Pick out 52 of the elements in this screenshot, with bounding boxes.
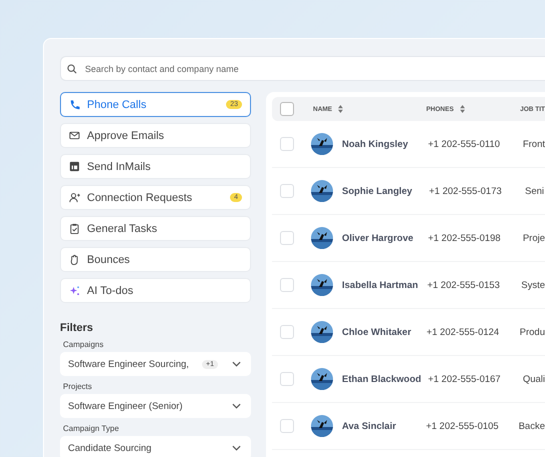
row-checkbox[interactable] <box>280 137 294 151</box>
filter-dropdown[interactable]: Candidate Sourcing <box>60 436 251 457</box>
task-item[interactable]: Approve Emails <box>60 123 251 148</box>
filter-label: Campaign Type <box>63 424 120 433</box>
row-checkbox[interactable] <box>280 372 294 386</box>
sort-icon <box>338 105 344 113</box>
chevron-down-icon <box>232 361 241 367</box>
filters-heading: Filters <box>60 322 94 334</box>
filter-dropdown[interactable]: Software Engineer (Senior) <box>60 394 251 418</box>
row-checkbox[interactable] <box>280 419 294 433</box>
sort-icon <box>460 105 465 113</box>
phone-icon <box>69 99 80 110</box>
mail-icon <box>69 130 80 141</box>
row-checkbox[interactable] <box>280 325 294 339</box>
task-item[interactable]: AI To-dos <box>60 278 251 303</box>
job-title: Quali <box>522 374 545 384</box>
job-title: Produ <box>520 326 545 338</box>
hand-icon <box>69 254 80 265</box>
phone-number: +1 202-555-0124 <box>426 326 500 338</box>
job-title: Proje <box>522 232 545 244</box>
row-checkbox[interactable] <box>280 278 294 292</box>
select-all-checkbox[interactable] <box>280 102 294 116</box>
phone-number: +1 202-555-0105 <box>426 420 500 432</box>
job-title: Front <box>522 138 545 150</box>
contact-name: Isabella Hartman <box>342 280 420 290</box>
filter-label: Campaigns <box>63 340 104 349</box>
contact-name: Sophie Langley <box>342 186 414 196</box>
phone-number: +1 202-555-0153 <box>427 280 501 290</box>
job-title: Backe <box>518 420 545 432</box>
job-title: Syste <box>521 280 545 290</box>
contact-name: Chloe Whitaker <box>342 326 412 338</box>
contact-name: Oliver Hargrove <box>342 232 414 244</box>
sparkle-icon <box>69 285 80 296</box>
contact-name: Ethan Blackwood <box>342 374 422 384</box>
phone-number: +1 202-555-0198 <box>428 232 502 244</box>
phone-number: +1 202-555-0167 <box>428 374 502 384</box>
task-item[interactable]: General Tasks <box>60 216 251 241</box>
row-checkbox[interactable] <box>280 231 294 245</box>
contact-name: Noah Kingsley <box>342 138 409 150</box>
search-field[interactable]: Search by contact and company name <box>60 56 545 81</box>
task-item[interactable]: Send InMails <box>60 154 251 179</box>
row-checkbox[interactable] <box>280 184 294 198</box>
filter-label: Projects <box>63 382 93 391</box>
job-title: Seni <box>525 186 544 196</box>
chevron-down-icon <box>232 445 241 451</box>
phone-number: +1 202-555-0173 <box>429 186 503 196</box>
chevron-down-icon <box>232 403 241 409</box>
user-plus-icon <box>69 192 80 203</box>
phone-number: +1 202-555-0110 <box>428 138 501 150</box>
contact-name: Ava Sinclair <box>342 420 398 432</box>
task-item[interactable]: Bounces <box>60 247 251 272</box>
clipboard-icon <box>69 223 80 234</box>
